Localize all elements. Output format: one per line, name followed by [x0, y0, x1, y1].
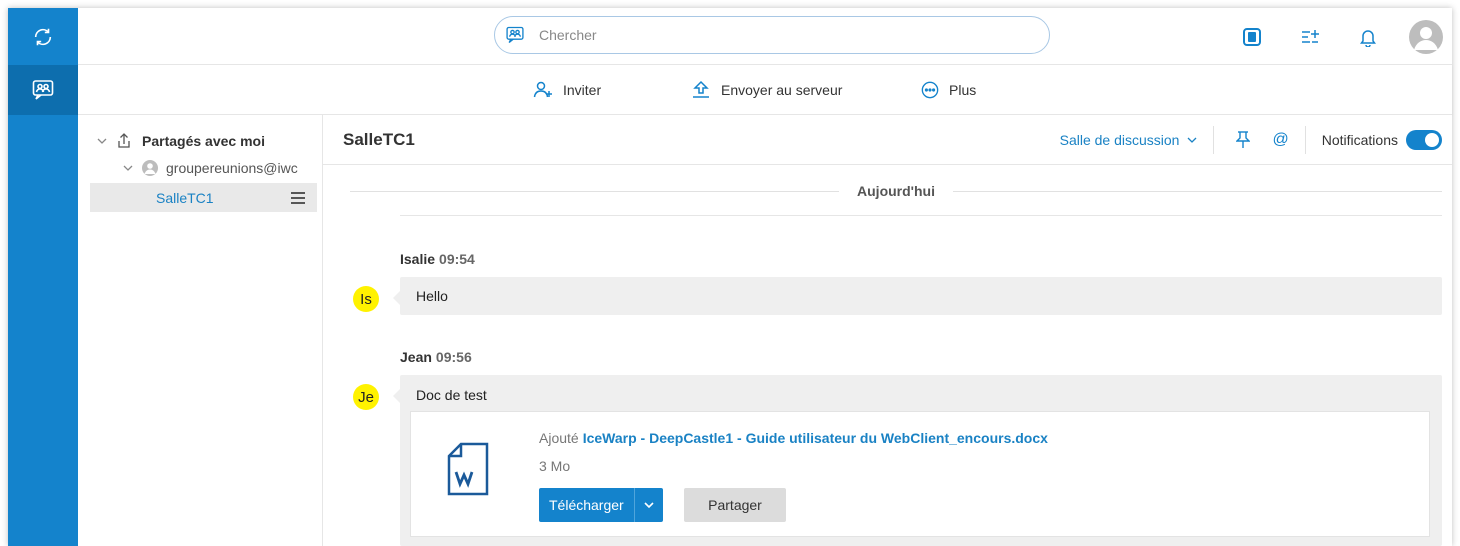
- message-meta: Isalie 09:54: [400, 251, 475, 267]
- share-button[interactable]: Partager: [684, 488, 786, 522]
- upload-button[interactable]: Envoyer au serveur: [691, 65, 842, 115]
- message-bubble: Hello: [393, 277, 1442, 315]
- bell-icon: [1360, 29, 1376, 47]
- search-input[interactable]: [539, 27, 1019, 43]
- message-author: Isalie: [400, 251, 436, 267]
- chat-rooms-icon: [506, 26, 524, 44]
- list-add-icon: [1302, 29, 1319, 43]
- room-type-label: Salle de discussion: [1059, 132, 1180, 148]
- chevron-down-icon: [644, 502, 654, 509]
- avatar: Je: [353, 384, 379, 410]
- notifications-label: Notifications: [1321, 132, 1398, 148]
- download-button[interactable]: Télécharger: [539, 488, 635, 522]
- day-divider-label: Aujourd'hui: [857, 183, 935, 199]
- group-avatar-icon: [142, 159, 158, 176]
- panel-toggle-button[interactable]: [1232, 8, 1272, 65]
- chat-panel: SalleTC1 Salle de discussion @ Notificat…: [323, 115, 1452, 546]
- tree-label-room: SalleTC1: [156, 189, 214, 206]
- pin-icon: [1236, 131, 1251, 148]
- tree-item-group[interactable]: groupereunions@iwc: [78, 154, 322, 181]
- chat-rooms-icon: [32, 80, 54, 100]
- attachment-card: Ajouté IceWarp - DeepCastle1 - Guide util…: [410, 411, 1430, 537]
- tree-label-shared: Partagés avec moi: [142, 132, 265, 149]
- app-rail: [8, 8, 78, 546]
- panel-icon: [1243, 27, 1261, 46]
- message-time: 09:54: [439, 251, 475, 267]
- hamburger-menu-icon[interactable]: [291, 191, 305, 204]
- day-divider: Aujourd'hui: [350, 178, 1443, 204]
- tree-item-room[interactable]: SalleTC1: [90, 183, 317, 212]
- divider-line: [350, 190, 840, 192]
- notifications-toggle[interactable]: [1406, 130, 1442, 150]
- divider-line: [400, 215, 1442, 216]
- word-document-icon: [447, 442, 489, 496]
- top-bar: [78, 8, 1452, 65]
- message-bubble: Doc de test Ajouté IceWarp - DeepCastle1 …: [393, 375, 1442, 546]
- user-avatar-button[interactable]: [1406, 8, 1446, 65]
- download-options-button[interactable]: [635, 488, 663, 522]
- folder-tree: Partagés avec moi groupereunions@iwc Sal…: [78, 115, 323, 546]
- avatar: Is: [353, 286, 379, 312]
- share-icon: [118, 132, 130, 148]
- chat-header: SalleTC1 Salle de discussion @ Notificat…: [323, 115, 1452, 165]
- divider-line: [953, 190, 1443, 192]
- attachment-size: 3 Mo: [539, 458, 571, 474]
- message-author: Jean: [400, 349, 432, 365]
- top-icons: [1214, 8, 1452, 65]
- rail-item-chat[interactable]: [8, 65, 78, 115]
- message-meta: Jean 09:56: [400, 349, 472, 365]
- message-time: 09:56: [435, 349, 472, 365]
- action-bar: Inviter Envoyer au serveur Plus: [78, 65, 1452, 115]
- user-avatar-icon: [1409, 19, 1443, 54]
- invite-button[interactable]: Inviter: [533, 65, 601, 115]
- tree-item-shared-with-me[interactable]: Partagés avec moi: [78, 127, 322, 154]
- attachment-filename-link[interactable]: IceWarp - DeepCastle1 - Guide utilisateu…: [583, 430, 1048, 446]
- sync-button[interactable]: [8, 8, 78, 65]
- list-add-button[interactable]: [1290, 8, 1330, 65]
- room-type-dropdown[interactable]: Salle de discussion: [1060, 126, 1215, 154]
- more-icon: [921, 81, 939, 99]
- message-text: Hello: [416, 288, 448, 304]
- pin-button[interactable]: [1236, 126, 1251, 154]
- upload-label: Envoyer au serveur: [721, 82, 843, 98]
- invite-label: Inviter: [563, 82, 602, 98]
- attachment-prefix: Ajouté: [539, 430, 579, 446]
- chevron-down-icon: [1188, 137, 1197, 143]
- mentions-button[interactable]: @: [1272, 126, 1306, 154]
- room-title: SalleTC1: [343, 130, 415, 149]
- tree-label-group: groupereunions@iwc: [166, 159, 298, 176]
- notifications-button[interactable]: [1348, 8, 1388, 65]
- sync-icon: [34, 28, 52, 45]
- at-sign-icon: @: [1272, 131, 1289, 148]
- more-button[interactable]: Plus: [921, 65, 976, 115]
- chevron-down-icon[interactable]: [122, 163, 134, 173]
- add-user-icon: [533, 81, 552, 98]
- search-box[interactable]: [494, 16, 1050, 54]
- attachment-description: Ajouté IceWarp - DeepCastle1 - Guide util…: [539, 430, 1048, 446]
- chevron-down-icon[interactable]: [96, 136, 108, 146]
- upload-icon: [693, 80, 709, 98]
- chat-header-controls: Salle de discussion @ Notifications: [1060, 115, 1442, 165]
- download-button-group: Télécharger: [539, 488, 663, 522]
- more-label: Plus: [949, 82, 977, 98]
- message-text: Doc de test: [416, 387, 487, 403]
